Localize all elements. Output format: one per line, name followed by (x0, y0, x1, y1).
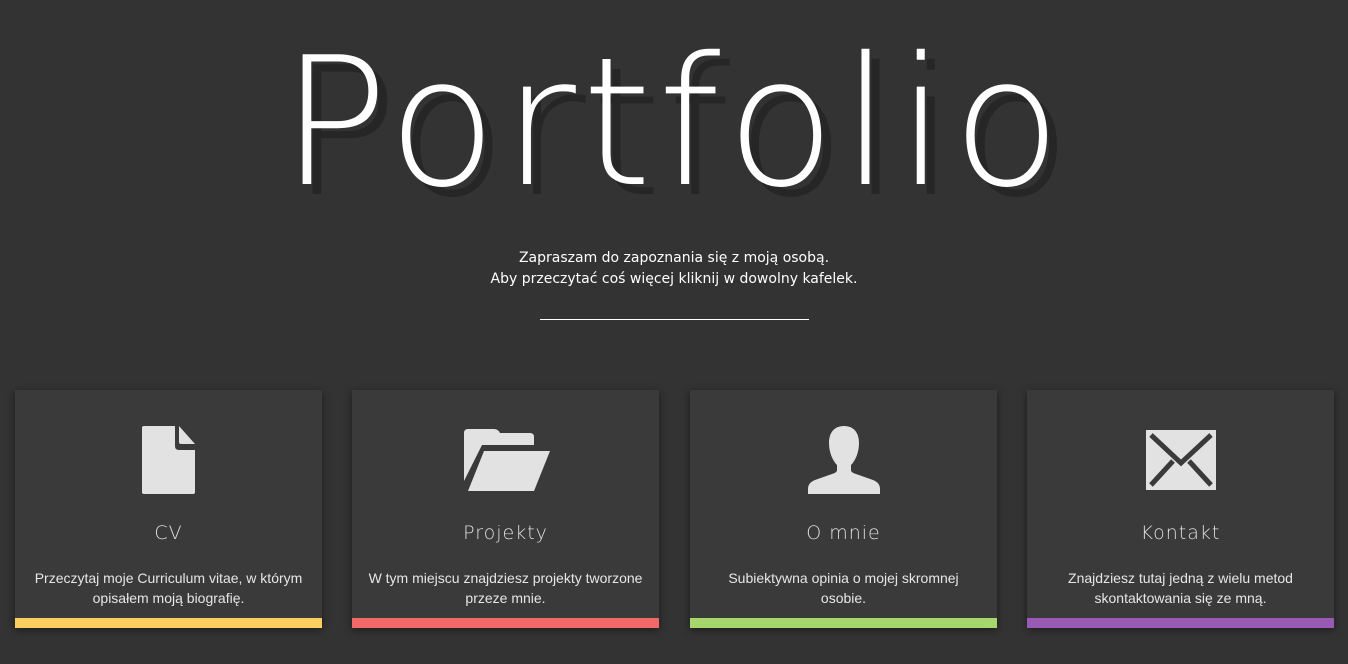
intro-line-1: Zapraszam do zapoznania się z moją osobą… (518, 250, 830, 266)
tile-title: CV (154, 522, 183, 544)
intro-line-2: Aby przeczytać coś więcej kliknij w dowo… (490, 271, 858, 287)
tile-title: Kontakt (1140, 522, 1221, 544)
tile-description: Przeczytaj moje Curriculum vitae, w któr… (34, 570, 303, 606)
tile-accent-bar (15, 618, 322, 628)
tile-description: W tym miejscu znajdziesz projekty tworzo… (368, 570, 643, 606)
folder-open-icon (352, 420, 659, 500)
tile-accent-bar (1027, 618, 1334, 628)
tile-accent-bar (352, 618, 659, 628)
user-icon (690, 420, 997, 500)
intro-text: Zapraszam do zapoznania się z moją osobą… (0, 248, 1348, 290)
tile-contact[interactable]: Kontakt Znajdziesz tutaj jedną z wielu m… (1027, 390, 1334, 628)
tile-projects[interactable]: Projekty W tym miejscu znajdziesz projek… (352, 390, 659, 628)
portfolio-page: Portfolio Zapraszam do zapoznania się z … (0, 0, 1348, 664)
tile-title: Projekty (463, 522, 548, 544)
tile-accent-bar (690, 618, 997, 628)
page-title: Portfolio (280, 19, 1068, 226)
tile-description: Znajdziesz tutaj jedną z wielu metod sko… (1068, 570, 1293, 606)
document-icon (15, 420, 322, 500)
tile-about[interactable]: O mnie Subiektywna opinia o mojej skromn… (690, 390, 997, 628)
divider (540, 319, 809, 320)
tile-description: Subiektywna opinia o mojej skromnej osob… (728, 570, 959, 606)
tile-cv[interactable]: CV Przeczytaj moje Curriculum vitae, w k… (15, 390, 322, 628)
tile-title: O mnie (806, 522, 881, 544)
envelope-icon (1027, 420, 1334, 500)
